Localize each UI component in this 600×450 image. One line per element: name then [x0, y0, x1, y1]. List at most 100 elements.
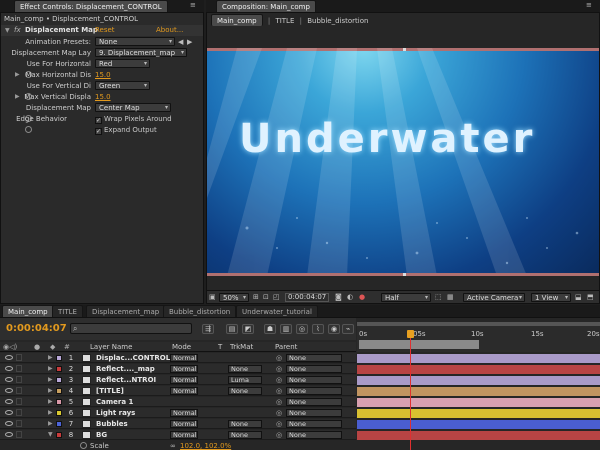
layer-mode-dropdown[interactable]: Normal [170, 420, 198, 428]
layer-name[interactable]: BG [96, 430, 107, 440]
preset-next-icon[interactable]: ▶ [187, 37, 192, 47]
layer-mode-dropdown[interactable]: Normal [170, 354, 198, 362]
eye-icon[interactable] [5, 388, 13, 393]
label-color-swatch[interactable] [56, 410, 62, 416]
eye-icon[interactable] [5, 377, 13, 382]
layer-row[interactable]: ▶ 1 Displac...CONTROL Normal ◎ None [0, 353, 356, 363]
parent-pickwhip-icon[interactable]: ◎ [276, 364, 282, 374]
layer-mode-dropdown[interactable]: Normal [170, 376, 198, 384]
header-trkmat[interactable]: TrkMat [230, 343, 253, 351]
breadcrumb-bubble-distortion[interactable]: Bubble_distortion [307, 17, 368, 25]
layer-duration-bar[interactable] [357, 431, 600, 440]
timeline-tab-main-comp[interactable]: Main_comp [2, 305, 54, 317]
brainstorm-icon[interactable]: ◉ [328, 324, 340, 334]
parent-pickwhip-icon[interactable]: ◎ [276, 408, 282, 418]
use-for-vertical-dropdown[interactable]: Green [95, 81, 150, 90]
time-navigator[interactable] [357, 322, 600, 326]
fx-icon[interactable]: fx [14, 26, 21, 34]
eye-icon[interactable] [5, 366, 13, 371]
eye-icon[interactable] [5, 355, 13, 360]
panel-menu-icon[interactable]: ≡ [586, 1, 592, 9]
zoom-dropdown[interactable]: 50% [219, 293, 249, 302]
playhead-handle[interactable] [406, 330, 414, 338]
layer-parent-dropdown[interactable]: None [286, 376, 342, 384]
audio-toggle[interactable] [16, 376, 22, 383]
layer-mode-dropdown[interactable]: Normal [170, 387, 198, 395]
parent-pickwhip-icon[interactable]: ◎ [276, 419, 282, 429]
layer-parent-dropdown[interactable]: None [286, 354, 342, 362]
layer-name[interactable]: Reflect...._map [96, 364, 155, 374]
stopwatch-icon[interactable] [25, 126, 32, 136]
layer-row[interactable]: ▶ 2 Reflect...._map Normal None ◎ None [0, 364, 356, 374]
work-area-bar[interactable] [359, 340, 479, 349]
expand-triangle-icon[interactable]: ▶ [15, 92, 20, 102]
eye-icon[interactable] [5, 399, 13, 404]
layer-parent-dropdown[interactable]: None [286, 409, 342, 417]
layer-row[interactable]: ▶ 4 [TITLE] Normal None ◎ None [0, 386, 356, 396]
resolution-dropdown[interactable]: Half [381, 293, 431, 302]
graph-editor-icon[interactable]: ⌇ [312, 324, 324, 334]
timeline-tab-title[interactable]: TITLE [52, 305, 83, 317]
audio-toggle[interactable] [16, 354, 22, 361]
safe-zones-icon[interactable]: ⊞ [253, 293, 259, 301]
layer-mode-dropdown[interactable]: Normal [170, 409, 198, 417]
audio-toggle[interactable] [16, 431, 22, 438]
about-link[interactable]: About... [156, 26, 183, 34]
layer-duration-bar[interactable] [357, 354, 600, 363]
effect-controls-tab[interactable]: Effect Controls: Displacement_CONTROL [14, 0, 168, 12]
layer-trkmat-dropdown[interactable]: None [228, 387, 262, 395]
hide-shy-layers-icon[interactable]: ☗ [264, 324, 276, 334]
layer-trkmat-dropdown[interactable]: None [228, 431, 262, 439]
composition-viewer[interactable]: Underwater [207, 48, 599, 276]
label-color-swatch[interactable] [56, 399, 62, 405]
link-icon[interactable]: ∞ [170, 442, 176, 450]
header-t[interactable]: T [218, 343, 222, 351]
composition-tab[interactable]: Composition: Main_comp [216, 0, 316, 12]
expand-triangle-icon[interactable]: ▶ [15, 70, 20, 80]
layer-parent-dropdown[interactable]: None [286, 431, 342, 439]
panel-menu-icon[interactable]: ≡ [190, 1, 196, 9]
layer-parent-dropdown[interactable]: None [286, 398, 342, 406]
wrap-pixels-checkbox[interactable]: ✓ Wrap Pixels Around [95, 114, 172, 124]
layer-row[interactable]: ▶ 6 Light rays Normal ◎ None [0, 408, 356, 418]
layer-search-input[interactable]: ⌕ [70, 323, 192, 334]
viewer-handle-top[interactable] [403, 48, 406, 51]
displacement-map-behavior-dropdown[interactable]: Center Map [95, 103, 171, 112]
parent-pickwhip-icon[interactable]: ◎ [276, 353, 282, 363]
audio-toggle[interactable] [16, 398, 22, 405]
layer-name[interactable]: Bubbles [96, 419, 128, 429]
layer-row[interactable]: ▶ 7 Bubbles Normal None ◎ None [0, 419, 356, 429]
show-snapshot-icon[interactable]: ◐ [347, 293, 353, 301]
frame-blending-icon[interactable]: ▥ [280, 324, 292, 334]
expand-triangle-icon[interactable]: ▶ [48, 419, 53, 429]
layer-row[interactable]: ▶ 5 Camera 1 ◎ None [0, 397, 356, 407]
audio-toggle[interactable] [16, 387, 22, 394]
time-ruler[interactable]: 0s 05s 10s 15s 20s [357, 322, 600, 352]
viewer-handle-bottom[interactable] [403, 273, 406, 276]
header-mode[interactable]: Mode [172, 343, 191, 351]
label-color-swatch[interactable] [56, 355, 62, 361]
layer-name[interactable]: Reflect...NTROI [96, 375, 156, 385]
audio-toggle[interactable] [16, 409, 22, 416]
layer-duration-bar[interactable] [357, 376, 600, 385]
layer-duration-bar[interactable] [357, 387, 600, 396]
layer-trkmat-dropdown[interactable]: None [228, 365, 262, 373]
layer-name[interactable]: Camera 1 [96, 397, 133, 407]
draft-3d-icon[interactable]: ◩ [242, 324, 254, 334]
displacement-map-layer-dropdown[interactable]: 9. Displacement_map [95, 48, 187, 57]
expand-triangle-icon[interactable]: ▼ [48, 430, 53, 440]
header-layer-name[interactable]: Layer Name [90, 343, 132, 351]
header-parent[interactable]: Parent [275, 343, 297, 351]
composition-mini-flowchart-icon[interactable]: ⇶ [202, 324, 214, 334]
breadcrumb-title[interactable]: TITLE [275, 17, 294, 25]
layer-parent-dropdown[interactable]: None [286, 420, 342, 428]
use-for-horizontal-dropdown[interactable]: Red [95, 59, 150, 68]
eye-icon[interactable] [5, 432, 13, 437]
view-layout-dropdown[interactable]: 1 View [531, 293, 571, 302]
timeline-tab-bubble-distortion[interactable]: Bubble_distortion [163, 305, 237, 317]
animation-presets-dropdown[interactable]: None [95, 37, 175, 46]
transparency-grid-icon[interactable]: ▦ [447, 293, 454, 301]
timeline-timecode[interactable]: 0:00:04:07 [6, 323, 67, 334]
parent-pickwhip-icon[interactable]: ◎ [276, 397, 282, 407]
layer-trkmat-dropdown[interactable]: None [228, 420, 262, 428]
